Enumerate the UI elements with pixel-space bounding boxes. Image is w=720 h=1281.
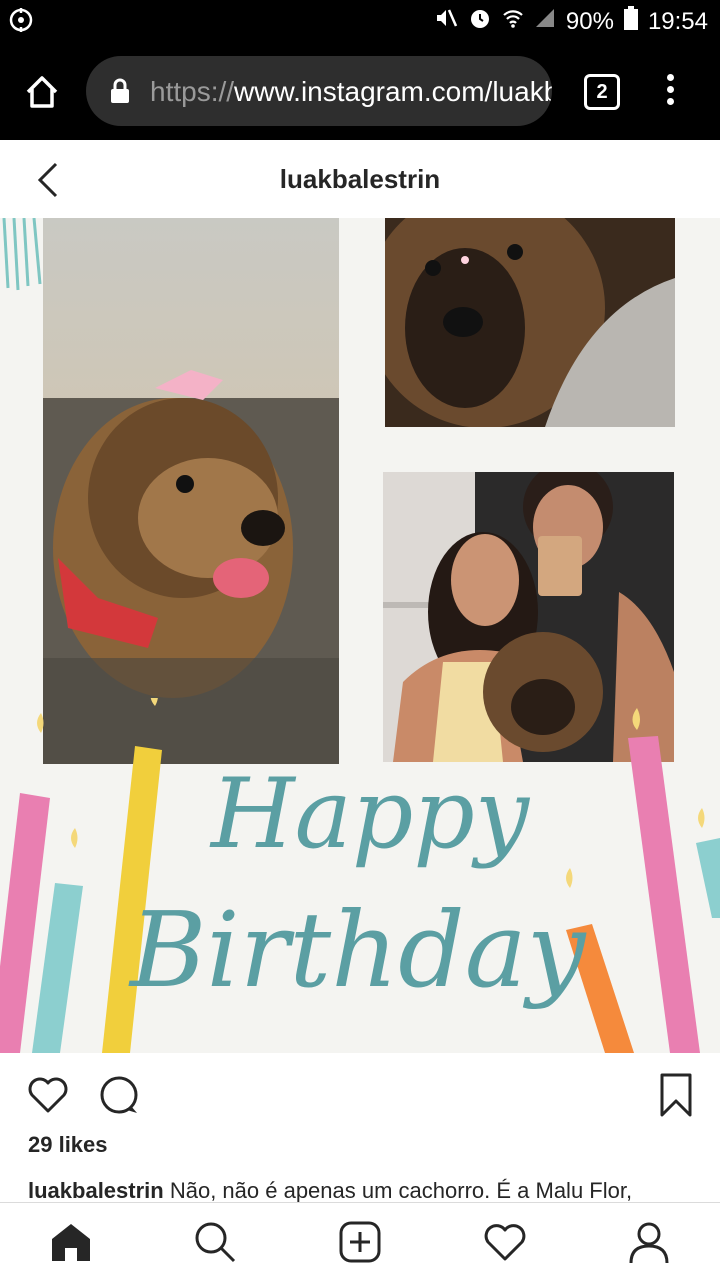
post-header: luakbalestrin (0, 140, 720, 219)
photo-dog-beach (43, 218, 339, 764)
page-title: luakbalestrin (279, 164, 441, 194)
gps-icon (8, 7, 34, 38)
tab-switcher-button[interactable]: 2 (584, 74, 620, 110)
home-icon[interactable] (22, 72, 62, 112)
happy-text: Happy (210, 758, 530, 870)
wifi-icon (502, 7, 524, 36)
url-host: www.instagram.com/luakbalestrin (234, 76, 552, 107)
search-tab-icon[interactable] (192, 1219, 238, 1265)
caption-username[interactable]: luakbalestrin (28, 1178, 164, 1203)
photo-dog-closeup (385, 218, 675, 427)
post-actions (0, 1053, 720, 1143)
profile-tab-icon[interactable] (626, 1219, 672, 1265)
url-text: https://www.instagram.com/luakbalestrin (150, 76, 552, 108)
comment-icon[interactable] (97, 1073, 141, 1122)
home-tab-icon[interactable] (48, 1219, 94, 1265)
new-post-tab-icon[interactable] (337, 1219, 383, 1265)
activity-tab-icon[interactable] (482, 1219, 528, 1265)
overflow-menu-icon[interactable] (660, 74, 680, 108)
mute-icon (434, 6, 458, 37)
browser-toolbar: https://www.instagram.com/luakbalestrin … (0, 42, 720, 140)
alarm-icon (468, 6, 492, 37)
battery-icon (623, 6, 638, 37)
bookmark-icon[interactable] (656, 1071, 696, 1124)
battery-percent: 90% (565, 7, 614, 35)
signal-icon (534, 7, 556, 36)
likes-count[interactable]: 29 likes (28, 1132, 108, 1158)
caption-text: Não, não é apenas um cachorro. É a Malu … (163, 1178, 633, 1203)
post-image[interactable]: Happy Birthday (0, 218, 720, 1053)
address-bar[interactable]: https://www.instagram.com/luakbalestrin (86, 56, 552, 126)
lock-icon (110, 78, 130, 109)
clock-time: 19:54 (647, 7, 708, 35)
birthday-text: Birthday (130, 889, 586, 1011)
like-heart-icon[interactable] (26, 1073, 70, 1122)
url-scheme: https:// (150, 76, 235, 107)
post-caption: luakbalestrin Não, não é apenas um cacho… (28, 1178, 698, 1204)
bottom-navigation (0, 1202, 720, 1281)
status-bar: 90% 19:54 (0, 0, 720, 42)
